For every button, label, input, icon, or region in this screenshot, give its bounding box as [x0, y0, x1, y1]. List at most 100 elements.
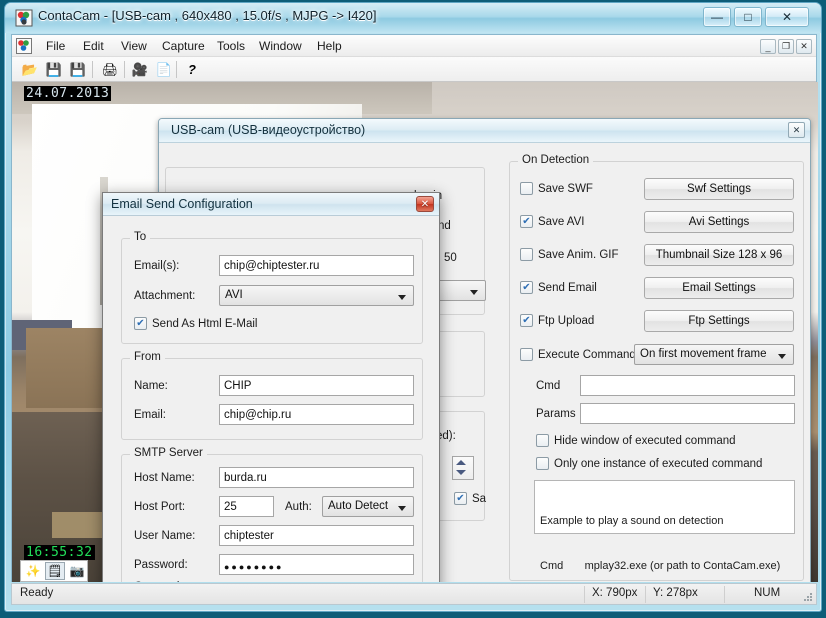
- example-hint-box: Example to play a sound on detection Cmd…: [534, 480, 795, 572]
- thumbnail-size-button[interactable]: Thumbnail Size 128 x 96: [644, 244, 794, 266]
- capture-icon[interactable]: 🎥: [130, 60, 150, 79]
- checkbox-execute-command[interactable]: Execute Command:: [520, 348, 639, 361]
- avi-settings-button[interactable]: Avi Settings: [644, 211, 794, 233]
- window-minimize-button[interactable]: —: [703, 7, 731, 27]
- from-name-label: Name:: [134, 380, 168, 392]
- example-hint-line-1: Example to play a sound on detection: [540, 515, 724, 527]
- on-detection-legend: On Detection: [518, 154, 594, 166]
- checkbox-save-anim-gif-label: Save Anim. GIF: [538, 248, 619, 261]
- execute-trigger-combo[interactable]: On first movement frame: [634, 344, 794, 365]
- checkbox-send-email[interactable]: Send Email: [520, 281, 597, 294]
- save-all-icon[interactable]: 💾: [68, 60, 88, 79]
- password-input[interactable]: ●●●●●●●●: [219, 554, 414, 575]
- partial-spinner[interactable]: [452, 456, 474, 480]
- menu-window[interactable]: Window: [253, 38, 308, 55]
- from-name-input[interactable]: [219, 375, 414, 396]
- video-date-stamp: 24.07.2013: [24, 86, 112, 101]
- checkbox-box: [520, 248, 533, 261]
- params-input[interactable]: [580, 403, 795, 424]
- to-legend: To: [130, 231, 151, 243]
- ftp-settings-button[interactable]: Ftp Settings: [644, 310, 794, 332]
- emails-label: Email(s):: [134, 260, 180, 272]
- wizard-icon[interactable]: ✨: [23, 562, 43, 580]
- cmd-label: Cmd: [536, 380, 561, 392]
- from-group: From Name: Email:: [121, 351, 423, 440]
- properties-icon[interactable]: 🗒: [45, 562, 65, 580]
- log-icon[interactable]: 📄: [154, 60, 174, 79]
- save-icon[interactable]: 💾: [44, 60, 64, 79]
- status-ready: Ready: [20, 587, 54, 599]
- mdi-restore-button[interactable]: ❐: [778, 39, 794, 54]
- statusbar: Ready X: 790px Y: 278px NUM: [11, 583, 817, 605]
- checkbox-hide-window[interactable]: Hide window of executed command: [536, 434, 736, 447]
- camera-settings-close-button[interactable]: ✕: [788, 122, 805, 138]
- video-preview: 24.07.2013 16:55:32 ✨ 🗒 📷 USB-cam (USB-в…: [12, 82, 818, 582]
- menu-edit[interactable]: Edit: [77, 38, 110, 55]
- checkbox-single-instance-label: Only one instance of executed command: [554, 457, 763, 470]
- checkbox-box: [536, 457, 549, 470]
- menu-file[interactable]: File: [40, 38, 71, 55]
- menu-tools[interactable]: Tools: [211, 38, 251, 55]
- menu-capture[interactable]: Capture: [156, 38, 211, 55]
- cmd-input[interactable]: [580, 375, 795, 396]
- dialog-body: To Email(s): Attachment: AVI Send As Htm…: [103, 216, 439, 582]
- attachment-combo[interactable]: AVI: [219, 285, 414, 306]
- camera-settings-title: USB-cam (USB-видеоустройство): [171, 123, 366, 137]
- swf-settings-button[interactable]: Swf Settings: [644, 178, 794, 200]
- menu-view[interactable]: View: [115, 38, 153, 55]
- status-coord-x: X: 790px: [592, 587, 638, 599]
- video-time-stamp: 16:55:32: [24, 545, 95, 560]
- checkbox-send-as-html-email[interactable]: Send As Html E-Mail: [134, 317, 257, 330]
- status-separator-1: [584, 586, 585, 603]
- connection-type-label-line1: Connection: [134, 581, 192, 582]
- email-send-configuration-dialog: Email Send Configuration ✕ To Email(s): …: [102, 192, 440, 582]
- from-email-input[interactable]: [219, 404, 414, 425]
- partial-checkbox-sa-label: Sa: [472, 492, 487, 505]
- host-name-input[interactable]: [219, 467, 414, 488]
- status-separator-3: [724, 586, 725, 603]
- video-tray-toolbar: ✨ 🗒 📷: [20, 560, 88, 582]
- mdi-system-icon[interactable]: [16, 38, 32, 54]
- partial-checkbox-sa[interactable]: Sa: [454, 492, 486, 505]
- checkbox-execute-command-label: Execute Command:: [538, 348, 639, 361]
- window-close-button[interactable]: ✕: [765, 7, 809, 27]
- checkbox-box: [536, 434, 549, 447]
- smtp-server-group: SMTP Server Host Name: Host Port: Auth: …: [121, 447, 423, 582]
- print-icon[interactable]: 🖨: [100, 60, 120, 79]
- checkbox-ftp-upload[interactable]: Ftp Upload: [520, 314, 594, 327]
- checkbox-send-email-label: Send Email: [538, 281, 597, 294]
- menubar: File Edit View Capture Tools Window Help…: [12, 35, 816, 57]
- window-maximize-button[interactable]: □: [734, 7, 762, 27]
- checkbox-save-avi-label: Save AVI: [538, 215, 585, 228]
- toolbar-separator-1: [92, 61, 93, 78]
- on-detection-group: On Detection Save SWF Swf Settings Save …: [509, 154, 804, 581]
- dialog-close-button[interactable]: ✕: [416, 196, 434, 212]
- email-settings-button[interactable]: Email Settings: [644, 277, 794, 299]
- smtp-legend: SMTP Server: [130, 447, 207, 459]
- checkbox-send-as-html-email-label: Send As Html E-Mail: [152, 317, 258, 330]
- application-window: ContaCam - [USB-cam , 640x480 , 15.0f/s …: [4, 2, 822, 612]
- help-icon[interactable]: ?: [182, 60, 202, 79]
- checkbox-save-avi[interactable]: Save AVI: [520, 215, 584, 228]
- host-port-input[interactable]: [219, 496, 274, 517]
- user-name-input[interactable]: [219, 525, 414, 546]
- open-icon[interactable]: 📂: [20, 60, 40, 79]
- snapshot-icon[interactable]: 📷: [67, 562, 87, 580]
- example-hint-line-2: Cmd mplay32.exe (or path to ContaCam.exe…: [540, 560, 781, 572]
- checkbox-box: [520, 281, 533, 294]
- checkbox-single-instance[interactable]: Only one instance of executed command: [536, 457, 762, 470]
- toolbar-separator-3: [176, 61, 177, 78]
- checkbox-save-anim-gif[interactable]: Save Anim. GIF: [520, 248, 619, 261]
- checkbox-save-swf[interactable]: Save SWF: [520, 182, 593, 195]
- menu-help[interactable]: Help: [311, 38, 348, 55]
- from-legend: From: [130, 351, 165, 363]
- emails-input[interactable]: [219, 255, 414, 276]
- auth-combo[interactable]: Auto Detect: [322, 496, 414, 517]
- mdi-close-button[interactable]: ✕: [796, 39, 812, 54]
- params-label: Params: [536, 408, 576, 420]
- password-label: Password:: [134, 559, 188, 571]
- mdi-minimize-button[interactable]: _: [760, 39, 776, 54]
- host-name-label: Host Name:: [134, 472, 195, 484]
- resize-grip-icon[interactable]: [801, 590, 813, 602]
- camera-settings-titlebar: USB-cam (USB-видеоустройство) ✕: [159, 119, 810, 143]
